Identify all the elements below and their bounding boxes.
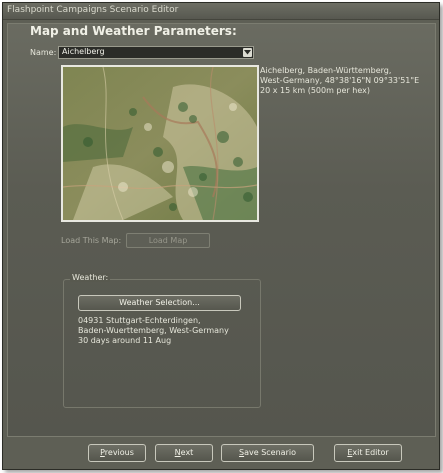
load-map-label: Load This Map: <box>61 236 122 245</box>
weather-selection-button[interactable]: Weather Selection... <box>78 295 241 311</box>
map-info-line: 20 x 15 km (500m per hex) <box>260 86 370 95</box>
load-map-button[interactable]: Load Map <box>126 233 210 248</box>
previous-label: revious <box>104 448 134 457</box>
window-title: Flashpoint Campaigns Scenario Editor <box>7 5 179 15</box>
next-label: ext <box>180 448 194 457</box>
editor-window: Flashpoint Campaigns Scenario Editor Map… <box>2 2 440 470</box>
weather-info-line: 04931 Stuttgart-Echterdingen, <box>78 316 201 325</box>
exit-label: xit Editor <box>352 448 389 457</box>
weather-info-line: 30 days around 11 Aug <box>78 336 172 345</box>
title-bar: Flashpoint Campaigns Scenario Editor <box>3 3 439 20</box>
name-dropdown-value: Aichelberg <box>62 47 105 56</box>
map-preview <box>61 65 259 222</box>
weather-info-line: Baden-Wuerttemberg, West-Germany <box>78 326 229 335</box>
exit-editor-button[interactable]: Exit Editor <box>334 444 402 462</box>
map-info-line: West-Germany, 48°38'16"N 09°33'51"E <box>260 76 420 85</box>
map-info-line: Aichelberg, Baden-Württemberg, <box>260 66 392 75</box>
page-title: Map and Weather Parameters: <box>30 24 237 38</box>
previous-button[interactable]: Previous <box>88 444 146 462</box>
map-description: Aichelberg, Baden-Württemberg, West-Germ… <box>260 66 430 96</box>
footer-divider <box>7 436 434 437</box>
next-button[interactable]: Next <box>155 444 213 462</box>
name-dropdown[interactable]: Aichelberg <box>58 46 254 59</box>
save-scenario-button[interactable]: Save Scenario <box>221 444 314 462</box>
save-label: ave Scenario <box>244 448 296 457</box>
weather-description: 04931 Stuttgart-Echterdingen, Baden-Wuer… <box>78 316 229 346</box>
chevron-down-icon[interactable] <box>243 48 252 57</box>
name-label: Name: <box>30 48 57 57</box>
weather-group-title: Weather: <box>70 273 111 282</box>
